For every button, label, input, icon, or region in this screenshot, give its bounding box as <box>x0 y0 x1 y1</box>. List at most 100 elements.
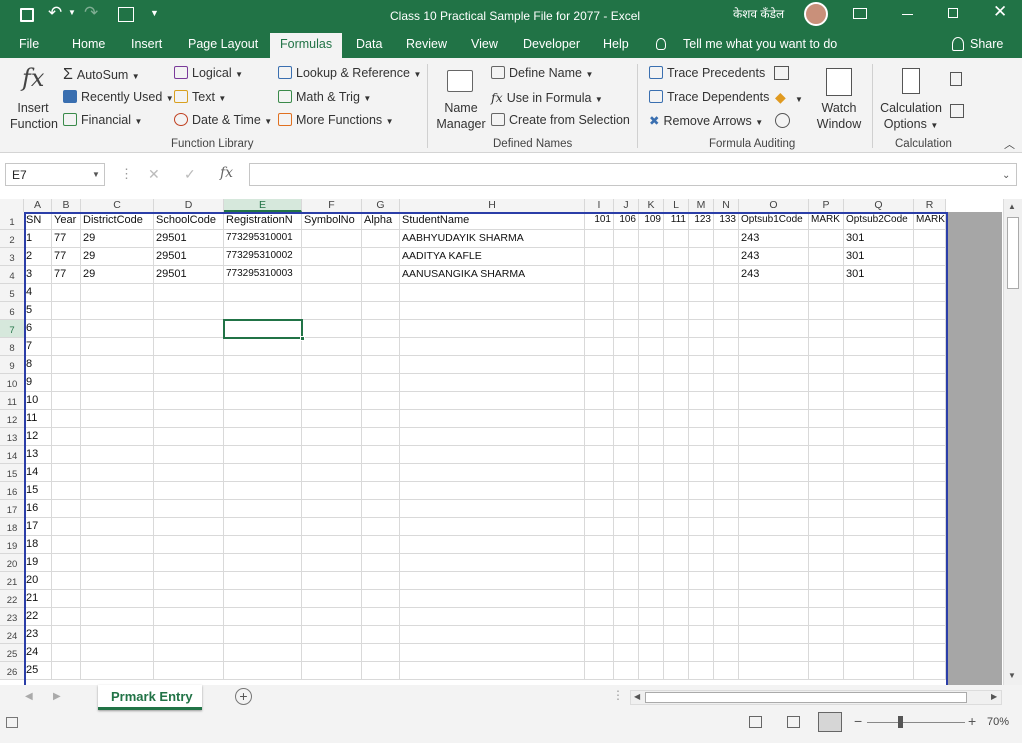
column-header-l[interactable]: L <box>664 199 689 212</box>
more-functions-button[interactable]: More Functions ▼ <box>278 113 394 127</box>
tab-view[interactable]: View <box>471 37 498 51</box>
page-layout-view-icon[interactable] <box>787 716 800 728</box>
row-header-17[interactable]: 17 <box>0 500 24 518</box>
error-checking-icon[interactable]: ◆ <box>775 89 786 106</box>
column-header-b[interactable]: B <box>52 199 81 212</box>
row-header-13[interactable]: 13 <box>0 428 24 446</box>
row-header-14[interactable]: 14 <box>0 446 24 464</box>
next-sheet-icon[interactable]: ▶ <box>53 691 61 702</box>
restore-icon[interactable] <box>948 8 958 18</box>
row-header-1[interactable]: 1 <box>0 212 24 230</box>
row-header-23[interactable]: 23 <box>0 608 24 626</box>
row-header-5[interactable]: 5 <box>0 284 24 302</box>
row-header-24[interactable]: 24 <box>0 626 24 644</box>
date-time-button[interactable]: Date & Time ▼ <box>174 113 272 127</box>
define-name-button[interactable]: Define Name ▼ <box>491 66 593 80</box>
column-header-e[interactable]: E <box>224 199 302 212</box>
customize-qat-icon[interactable]: ▼ <box>150 8 159 18</box>
use-in-formula-button[interactable]: fx Use in Formula ▼ <box>491 90 603 105</box>
ribbon-display-icon[interactable] <box>853 8 867 19</box>
row-header-3[interactable]: 3 <box>0 248 24 266</box>
tab-split-icon[interactable]: ⋮ <box>612 688 624 702</box>
tab-help[interactable]: Help <box>603 37 629 51</box>
horizontal-scroll-thumb[interactable] <box>645 692 967 703</box>
lookup-reference-button[interactable]: Lookup & Reference ▼ <box>278 66 421 80</box>
row-header-9[interactable]: 9 <box>0 356 24 374</box>
row-header-12[interactable]: 12 <box>0 410 24 428</box>
column-header-o[interactable]: O <box>739 199 809 212</box>
vertical-scrollbar[interactable]: ▲ ▼ <box>1003 199 1022 685</box>
calculate-sheet-icon[interactable] <box>950 104 964 118</box>
row-header-26[interactable]: 26 <box>0 662 24 680</box>
sheet-tab-prmark-entry[interactable]: Prmark Entry <box>98 685 202 710</box>
column-header-k[interactable]: K <box>639 199 664 212</box>
column-header-r[interactable]: R <box>914 199 946 212</box>
tab-page-layout[interactable]: Page Layout <box>188 37 258 51</box>
recently-used-button[interactable]: Recently Used ▼ <box>63 90 174 104</box>
column-header-h[interactable]: H <box>400 199 585 212</box>
name-manager-button[interactable]: Name Manager <box>436 100 486 132</box>
share-button[interactable]: Share <box>970 37 1003 51</box>
save-icon[interactable] <box>20 8 34 22</box>
column-header-a[interactable]: A <box>24 199 52 212</box>
row-header-8[interactable]: 8 <box>0 338 24 356</box>
new-sheet-icon[interactable]: + <box>235 688 252 705</box>
remove-arrows-button[interactable]: ✖ Remove Arrows ▼ <box>649 113 763 128</box>
text-button[interactable]: Text ▼ <box>174 90 226 104</box>
math-trig-button[interactable]: Math & Trig ▼ <box>278 90 371 104</box>
tab-review[interactable]: Review <box>406 37 447 51</box>
expand-formula-icon[interactable]: ⌄ <box>1002 170 1010 181</box>
scroll-right-icon[interactable]: ▶ <box>991 692 997 701</box>
trace-precedents-button[interactable]: Trace Precedents <box>649 66 765 80</box>
error-checking-dropdown-icon[interactable]: ▼ <box>795 95 803 104</box>
row-header-7[interactable]: 7 <box>0 320 24 338</box>
row-header-22[interactable]: 22 <box>0 590 24 608</box>
scroll-left-icon[interactable]: ◀ <box>634 692 640 701</box>
column-header-m[interactable]: M <box>689 199 714 212</box>
scroll-up-icon[interactable]: ▲ <box>1008 202 1016 211</box>
normal-view-icon[interactable] <box>749 716 762 728</box>
tab-formulas[interactable]: Formulas <box>270 33 343 58</box>
trace-dependents-button[interactable]: Trace Dependents <box>649 90 769 104</box>
undo-dropdown-icon[interactable]: ▼ <box>68 8 76 17</box>
column-header-g[interactable]: G <box>362 199 400 212</box>
row-header-4[interactable]: 4 <box>0 266 24 284</box>
prev-sheet-icon[interactable]: ◀ <box>25 691 33 702</box>
calculate-now-icon[interactable] <box>950 72 962 86</box>
collapse-ribbon-icon[interactable]: ︿ <box>1004 136 1015 152</box>
name-box-dropdown-icon[interactable]: ▼ <box>92 170 100 179</box>
row-header-11[interactable]: 11 <box>0 392 24 410</box>
financial-button[interactable]: Financial ▼ <box>63 113 142 127</box>
autosum-button[interactable]: Σ AutoSum ▼ <box>63 66 140 84</box>
avatar[interactable] <box>804 2 828 26</box>
tab-developer[interactable]: Developer <box>523 37 580 51</box>
zoom-level[interactable]: 70% <box>987 716 1009 728</box>
insert-function-icon[interactable]: fx <box>220 165 233 181</box>
zoom-slider-thumb[interactable] <box>898 716 903 728</box>
row-header-16[interactable]: 16 <box>0 482 24 500</box>
column-header-j[interactable]: J <box>614 199 639 212</box>
row-header-10[interactable]: 10 <box>0 374 24 392</box>
tell-me-box[interactable]: Tell me what you want to do <box>683 37 837 51</box>
scroll-down-icon[interactable]: ▼ <box>1008 671 1016 680</box>
cancel-icon[interactable]: ✕ <box>148 166 160 183</box>
row-header-6[interactable]: 6 <box>0 302 24 320</box>
tab-home[interactable]: Home <box>72 37 105 51</box>
page-break-view-icon[interactable] <box>818 712 842 732</box>
row-header-21[interactable]: 21 <box>0 572 24 590</box>
column-header-f[interactable]: F <box>302 199 362 212</box>
column-header-i[interactable]: I <box>585 199 614 212</box>
watch-window-button[interactable]: Watch Window <box>814 100 864 132</box>
spreadsheet-grid[interactable]: ABCDEFGHIJKLMNOPQR 1 2 3 4 5 6 7 8 9 10 11 12 13 14 15… <box>0 199 1022 685</box>
column-header-n[interactable]: N <box>714 199 739 212</box>
tab-data[interactable]: Data <box>356 37 382 51</box>
calculation-options-button[interactable]: Calculation Options ▼ <box>878 100 944 134</box>
evaluate-formula-icon[interactable] <box>775 113 790 128</box>
vertical-scroll-thumb[interactable] <box>1007 217 1019 289</box>
form-icon[interactable] <box>118 7 134 22</box>
show-formulas-icon[interactable] <box>774 66 789 80</box>
tab-file[interactable]: File <box>19 37 39 51</box>
column-header-d[interactable]: D <box>154 199 224 212</box>
close-icon[interactable]: ✕ <box>993 2 1007 22</box>
horizontal-scrollbar[interactable]: ◀ ▶ <box>630 690 1002 705</box>
